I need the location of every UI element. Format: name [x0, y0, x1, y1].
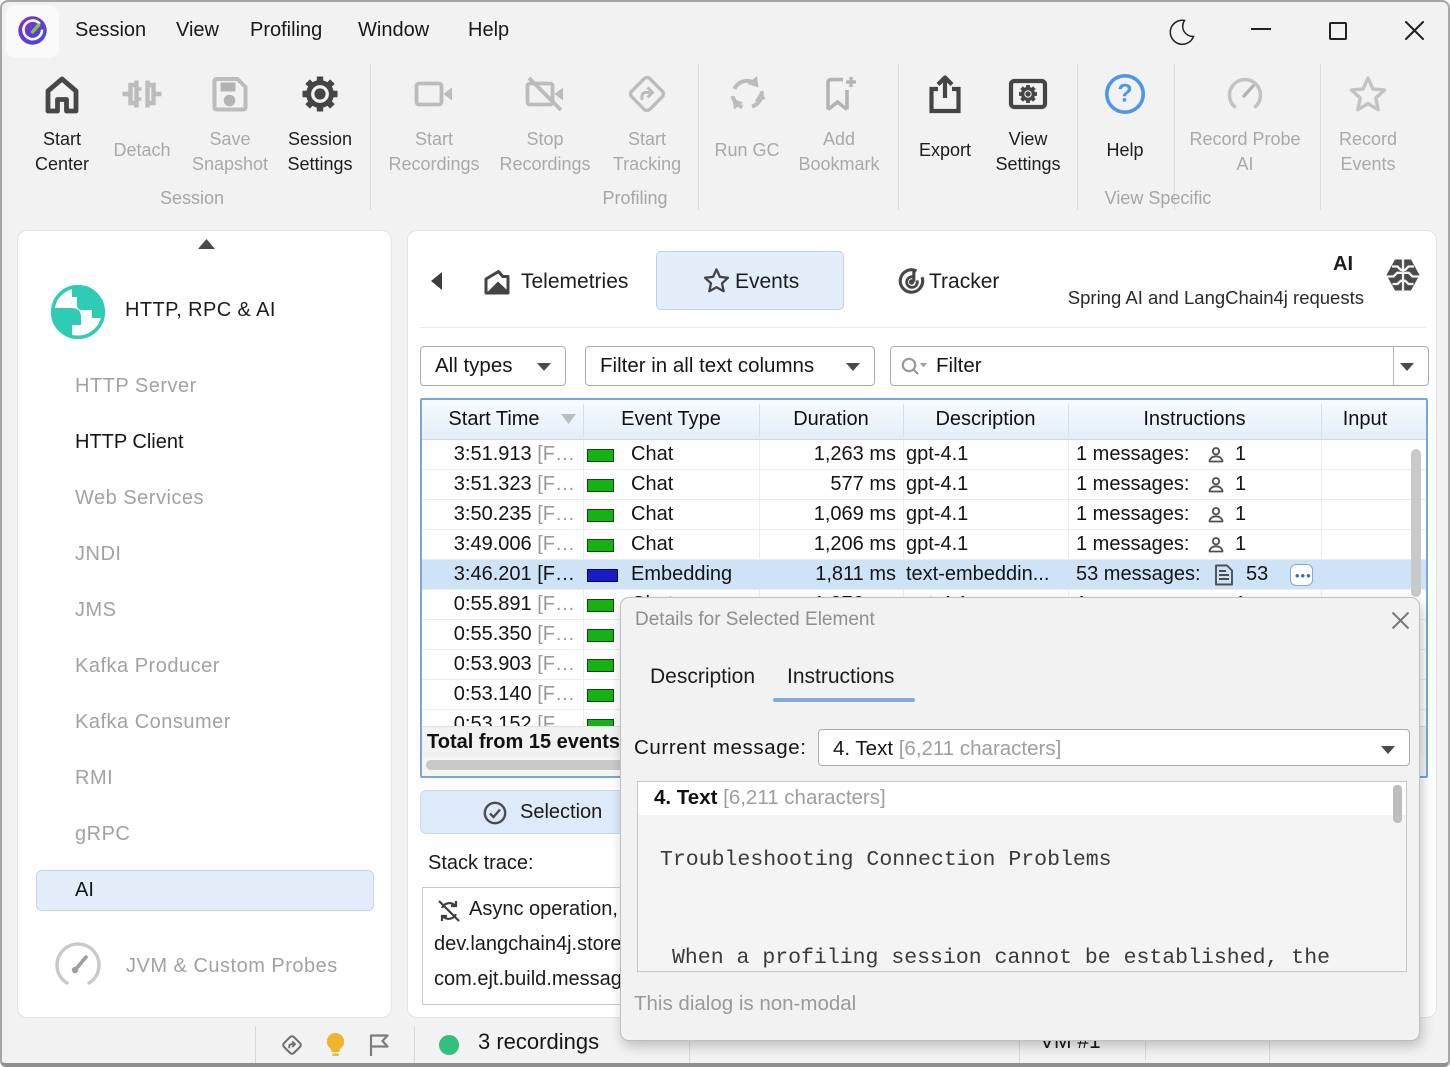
svg-text:?: ?	[1117, 80, 1132, 108]
